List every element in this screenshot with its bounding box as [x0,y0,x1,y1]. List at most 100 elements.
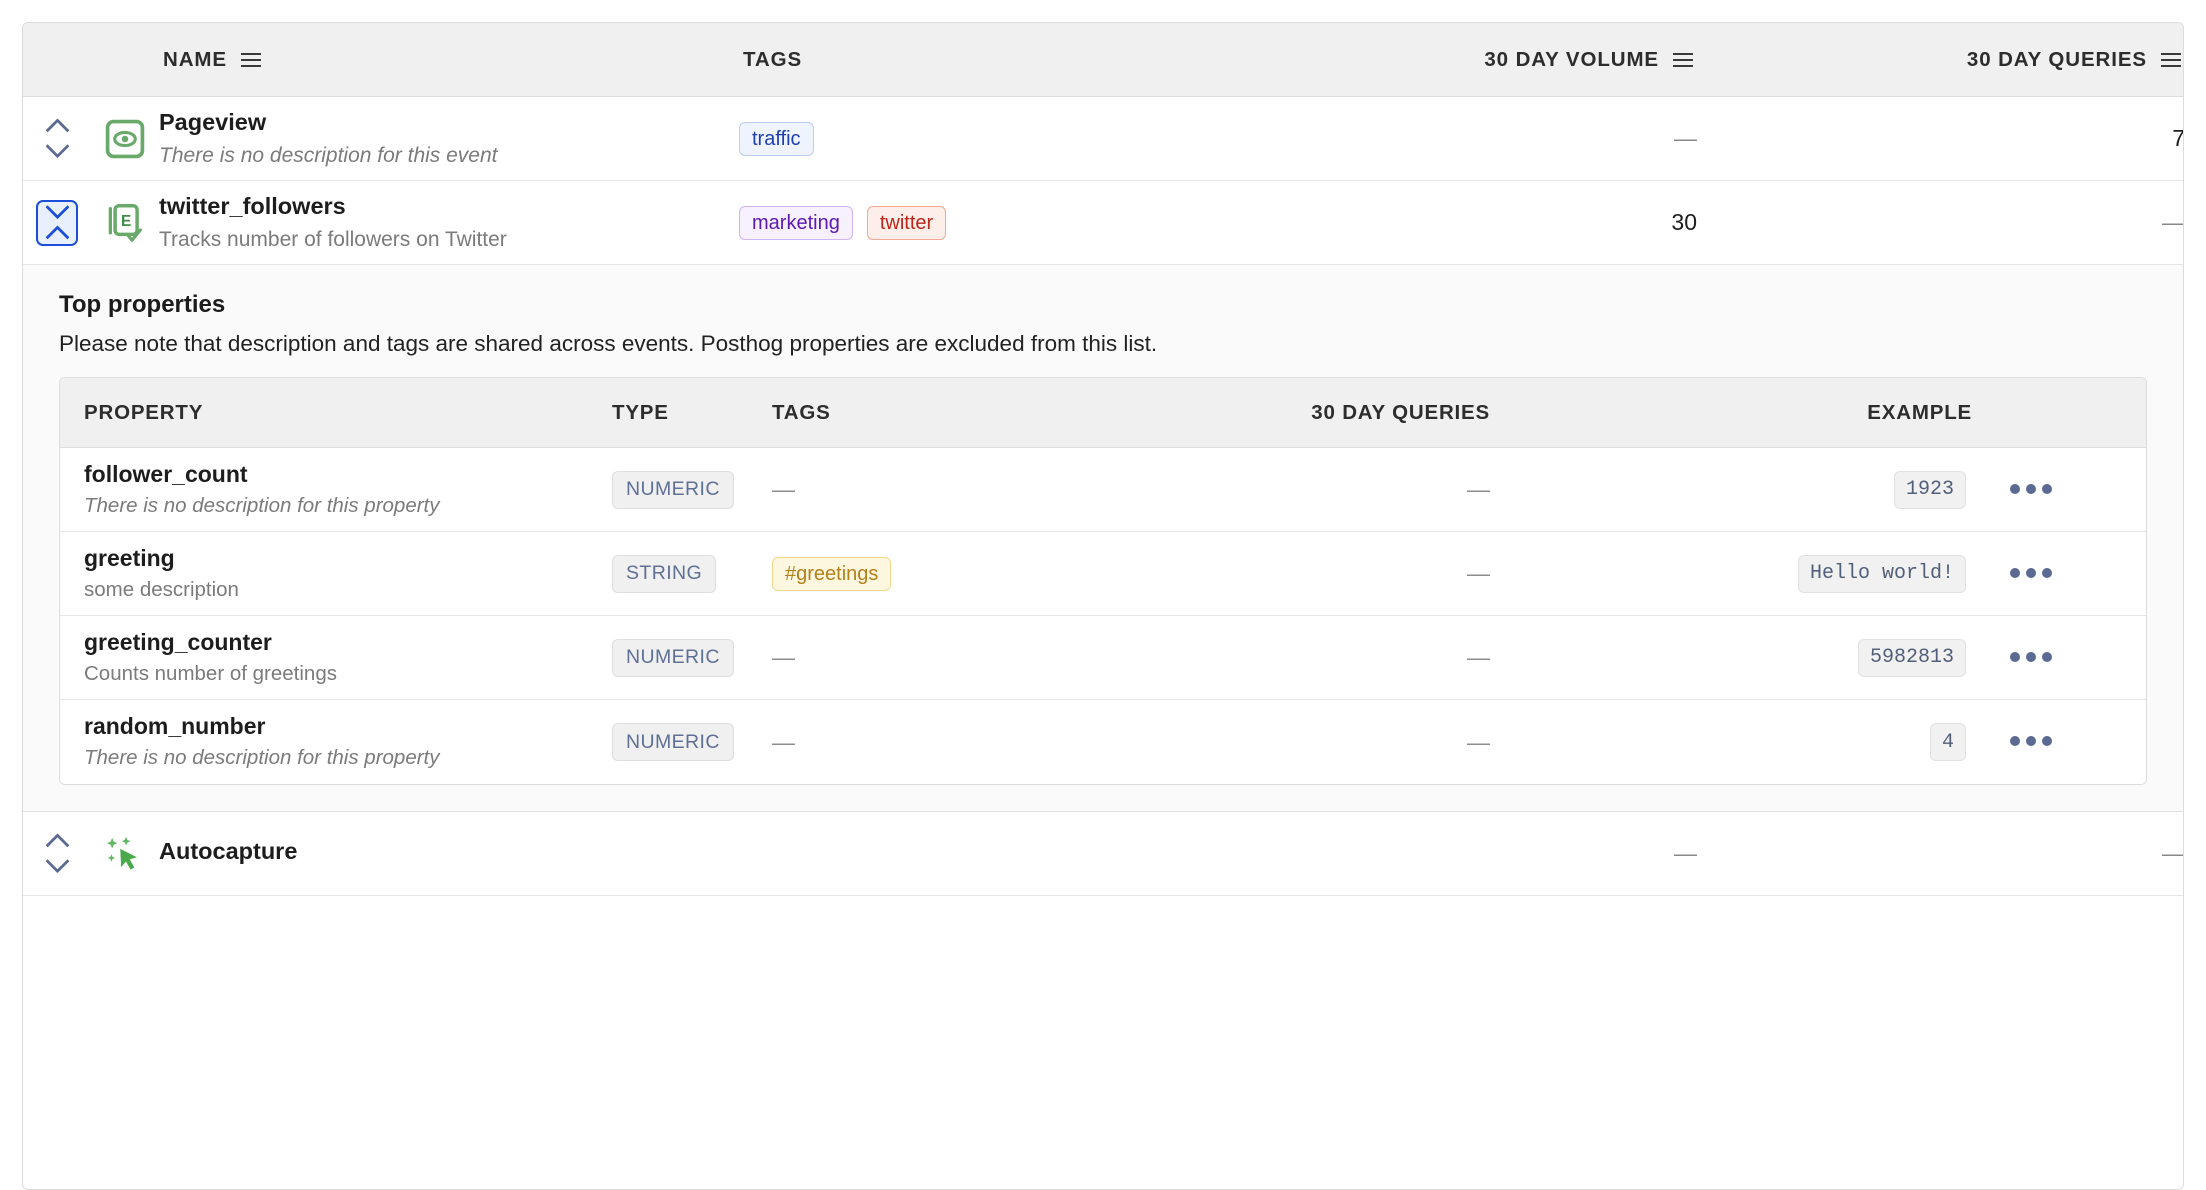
column-header-tags: TAGS [739,48,1207,72]
property-column-header-queries[interactable]: 30 DAY QUERIES [1076,401,1494,425]
event-name-cell[interactable]: Autocapture [159,837,739,870]
event-name: twitter_followers [159,192,739,221]
property-tags-empty: — [772,729,795,755]
tag-pill[interactable]: twitter [867,206,946,240]
event-name: Pageview [159,108,739,137]
property-type-cell: STRING [608,555,768,593]
event-queries-cell: — [1697,840,2184,867]
property-queries-value: — [1467,560,1490,586]
event-name-cell[interactable]: twitter_followers Tracks number of follo… [159,192,739,253]
column-header-name[interactable]: NAME [159,48,739,72]
eye-icon [103,117,147,161]
event-volume-cell: — [1207,125,1697,152]
sort-icon[interactable] [1673,52,1693,68]
event-queries-cell: 7 [1697,125,2184,152]
property-column-header-property[interactable]: PROPERTY [60,401,608,425]
property-row[interactable]: follower_count There is no description f… [60,448,2146,532]
event-volume-value: — [1674,125,1697,151]
property-tags-cell: — [768,644,1076,671]
event-row[interactable]: Autocapture — — [23,812,2183,896]
expand-row-button[interactable] [36,116,78,162]
top-properties-subtitle: Please note that description and tags ar… [59,331,2161,357]
more-options-icon[interactable] [2010,568,2052,578]
data-management-events-page: NAME TAGS 30 DAY VOLUME 30 DAY QUERIES [0,0,2206,1190]
property-queries-value: — [1467,729,1490,755]
property-type-cell: NUMERIC [608,723,768,761]
more-options-icon[interactable] [2010,652,2052,662]
expand-row-button[interactable] [36,831,78,877]
property-column-header-type[interactable]: TYPE [608,401,768,425]
events-table-header: NAME TAGS 30 DAY VOLUME 30 DAY QUERIES [23,23,2183,97]
tag-pill[interactable]: traffic [739,122,814,156]
property-column-header-tags[interactable]: TAGS [768,401,1076,425]
property-name-cell: follower_count There is no description f… [60,460,608,519]
autocapture-icon [103,832,147,876]
event-row[interactable]: Pageview There is no description for thi… [23,97,2183,181]
properties-table: PROPERTY TYPE TAGS 30 DAY QUERIES EXAMPL… [59,377,2147,785]
tag-pill[interactable]: #greetings [772,557,891,591]
more-options-icon[interactable] [2010,736,2052,746]
event-tags-cell: marketing twitter [739,206,1207,240]
verified-event-icon: E [103,201,147,245]
tag-pill[interactable]: marketing [739,206,853,240]
property-example-cell: 5982813 [1494,639,1976,677]
event-row-expand-cell [23,97,91,180]
chevron-down-icon [45,195,69,219]
property-description: Counts number of greetings [84,661,608,688]
event-name-cell[interactable]: Pageview There is no description for thi… [159,108,739,169]
collapse-row-button[interactable] [36,200,78,246]
property-row[interactable]: greeting_counter Counts number of greeti… [60,616,2146,700]
top-properties-title: Top properties [59,291,2161,319]
column-header-tags-label: TAGS [743,48,802,72]
column-header-30-day-queries[interactable]: 30 DAY QUERIES [1697,48,2184,72]
property-tags-cell: #greetings [768,557,1076,591]
event-row-expand-cell [23,181,91,264]
chevron-down-icon [45,849,69,873]
property-example-value: 5982813 [1858,639,1966,677]
property-example-cell: 1923 [1494,471,1976,509]
event-type-icon-cell: E [91,181,159,264]
property-name: follower_count [84,460,608,489]
event-row[interactable]: E twitter_followers Tracks number of fol… [23,181,2183,265]
property-name-cell: greeting_counter Counts number of greeti… [60,628,608,687]
property-tags-cell: — [768,729,1076,756]
event-queries-value: — [2162,209,2184,235]
property-example-value: 1923 [1894,471,1966,509]
property-description: some description [84,577,608,604]
event-volume-value: — [1674,840,1697,866]
property-actions-cell [1976,565,2086,583]
event-queries-cell: — [1697,209,2184,236]
property-example-cell: Hello world! [1494,555,1976,593]
property-column-header-example[interactable]: EXAMPLE [1494,401,1976,425]
more-options-icon[interactable] [2010,484,2052,494]
property-type-cell: NUMERIC [608,471,768,509]
property-actions-cell [1976,649,2086,667]
event-tags-cell: traffic [739,122,1207,156]
events-table: NAME TAGS 30 DAY VOLUME 30 DAY QUERIES [22,22,2184,1190]
property-actions-cell [1976,481,2086,499]
svg-text:E: E [121,212,131,229]
property-row[interactable]: greeting some description STRING #greeti… [60,532,2146,616]
event-type-icon-cell [91,812,159,895]
property-name-cell: random_number There is no description fo… [60,712,608,771]
expanded-event-panel: Top properties Please note that descript… [23,265,2183,812]
property-queries-cell: — [1076,729,1494,756]
properties-table-header: PROPERTY TYPE TAGS 30 DAY QUERIES EXAMPL… [60,378,2146,448]
property-queries-value: — [1467,644,1490,670]
property-tags-empty: — [772,644,795,670]
sort-icon[interactable] [241,52,261,68]
property-example-value: Hello world! [1798,555,1966,593]
event-description: Tracks number of followers on Twitter [159,226,739,253]
column-header-30-day-volume[interactable]: 30 DAY VOLUME [1207,48,1697,72]
chevron-down-icon [45,134,69,158]
property-queries-cell: — [1076,560,1494,587]
column-header-queries-label: 30 DAY QUERIES [1967,48,2147,72]
sort-icon[interactable] [2161,52,2181,68]
event-queries-value: — [2162,840,2184,866]
property-name-cell: greeting some description [60,544,608,603]
event-row-expand-cell [23,812,91,895]
property-row[interactable]: random_number There is no description fo… [60,700,2146,784]
property-actions-cell [1976,733,2086,751]
property-description: There is no description for this propert… [84,493,608,520]
event-volume-cell: — [1207,840,1697,867]
